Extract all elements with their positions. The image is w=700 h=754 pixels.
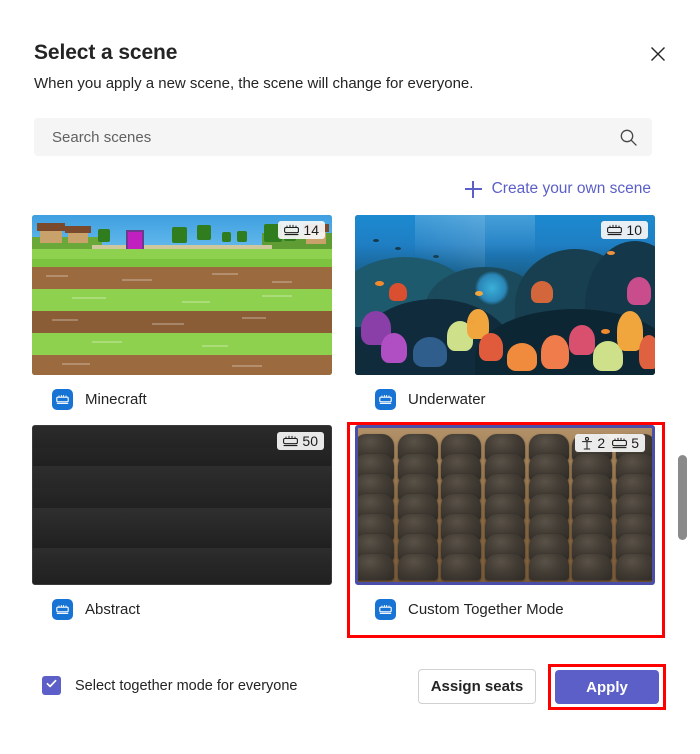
apply-button-annotation: Apply bbox=[548, 664, 666, 710]
checkmark-icon bbox=[45, 677, 58, 695]
minecraft-artwork bbox=[32, 215, 332, 375]
scene-thumbnail-abstract[interactable]: 50 bbox=[32, 425, 332, 585]
presenter-count: 2 bbox=[597, 435, 606, 451]
select-together-mode-for-everyone-row[interactable]: Select together mode for everyone bbox=[42, 676, 297, 695]
together-mode-seats-icon bbox=[52, 389, 73, 410]
search-input[interactable] bbox=[50, 117, 619, 157]
scene-thumbnail-minecraft[interactable]: 14 bbox=[32, 215, 332, 375]
seats-count: 14 bbox=[303, 222, 319, 238]
scene-label-underwater: Underwater bbox=[355, 389, 655, 410]
seats-icon bbox=[607, 224, 623, 236]
scene-label-custom-together-mode: Custom Together Mode bbox=[355, 599, 655, 620]
scene-name: Minecraft bbox=[85, 391, 147, 408]
assign-seats-button[interactable]: Assign seats bbox=[418, 669, 536, 704]
scene-tile-minecraft[interactable]: 14 Minecraft bbox=[32, 215, 332, 410]
scene-capacity-badge: 50 bbox=[277, 432, 324, 450]
scene-capacity-badge: 14 bbox=[278, 221, 325, 239]
scene-label-minecraft: Minecraft bbox=[32, 389, 332, 410]
together-mode-seats-icon bbox=[375, 599, 396, 620]
scene-name: Custom Together Mode bbox=[408, 601, 564, 618]
seats-count: 50 bbox=[302, 433, 318, 449]
underwater-artwork bbox=[355, 215, 655, 375]
scene-grid: 14 Minecraft 10 Underwater 50 Abstract 2… bbox=[0, 206, 700, 642]
scene-tile-abstract[interactable]: 50 Abstract bbox=[32, 425, 332, 620]
scene-label-abstract: Abstract bbox=[32, 599, 332, 620]
scene-capacity-badge: 10 bbox=[601, 221, 648, 239]
search-icon[interactable] bbox=[619, 128, 638, 147]
create-scene-label: Create your own scene bbox=[491, 180, 651, 197]
scene-thumbnail-underwater[interactable]: 10 bbox=[355, 215, 655, 375]
seats-count: 5 bbox=[631, 435, 639, 451]
scene-list-scrollbar-track[interactable] bbox=[678, 215, 687, 635]
close-button[interactable] bbox=[644, 40, 672, 68]
scene-name: Abstract bbox=[85, 601, 141, 618]
seats-icon bbox=[284, 224, 300, 236]
dialog-subtitle: When you apply a new scene, the scene wi… bbox=[34, 75, 474, 92]
scene-name: Underwater bbox=[408, 391, 486, 408]
scene-tile-custom-together-mode[interactable]: 2 5 Custom Together Mode bbox=[355, 425, 655, 620]
scene-tile-underwater[interactable]: 10 Underwater bbox=[355, 215, 655, 410]
together-mode-seats-icon bbox=[52, 599, 73, 620]
close-icon bbox=[650, 46, 666, 62]
create-your-own-scene-button[interactable]: Create your own scene bbox=[463, 178, 653, 200]
presenter-podium-icon bbox=[581, 436, 593, 450]
seats-icon bbox=[283, 435, 299, 447]
scene-thumbnail-custom-together-mode[interactable]: 2 5 bbox=[355, 425, 655, 585]
select-together-mode-checkbox[interactable] bbox=[42, 676, 61, 695]
apply-button[interactable]: Apply bbox=[555, 670, 659, 704]
seats-icon bbox=[612, 437, 628, 449]
scene-list-scrollbar-thumb[interactable] bbox=[678, 455, 687, 540]
page-title: Select a scene bbox=[34, 41, 178, 64]
together-mode-seats-icon bbox=[375, 389, 396, 410]
scene-capacity-badge: 2 5 bbox=[575, 434, 645, 452]
seats-count: 10 bbox=[626, 222, 642, 238]
plus-icon bbox=[464, 180, 482, 198]
search-box[interactable] bbox=[34, 117, 652, 157]
checkbox-label: Select together mode for everyone bbox=[75, 677, 298, 694]
